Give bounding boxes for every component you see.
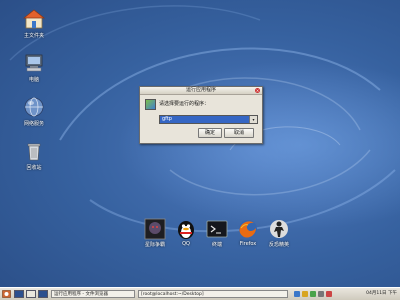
desktop-icon-label: 回收站	[26, 165, 42, 171]
dock-item-label: 反恐精英	[268, 242, 289, 248]
workspace-switcher-icon[interactable]	[26, 290, 36, 298]
dialog-prompt: 请选择要运行的程序：	[159, 101, 210, 107]
terminal-icon	[206, 218, 228, 240]
dock-item-label: Firefox	[239, 241, 257, 247]
firefox-icon	[237, 218, 259, 240]
dock-item-label: 终端	[211, 242, 222, 248]
dialog-titlebar[interactable]: 运行应用程序 ×	[140, 87, 262, 95]
home-folder-icon	[22, 8, 46, 30]
task-button-terminal[interactable]: [root@localhost:~/Desktop]	[138, 290, 288, 298]
network-globe-icon	[23, 96, 45, 118]
desktop-icon-label: 电脑	[28, 77, 39, 83]
counter-strike-icon	[268, 218, 290, 240]
notification-icon[interactable]	[302, 291, 308, 297]
desktop-icon-computer[interactable]: 电脑	[12, 52, 56, 83]
dock-item-label: 星际争霸	[144, 242, 165, 248]
task-button-run-dialog[interactable]: 运行应用程序 - 文件浏览器	[51, 290, 135, 298]
desktop-icon-network[interactable]: 网络服务	[12, 96, 56, 127]
network-icon[interactable]	[294, 291, 300, 297]
show-desktop-icon[interactable]	[14, 290, 24, 298]
computer-icon	[23, 52, 45, 74]
desktop: 主文件夹 电脑 网络服务 回收站 运行应用程序 × 请选择要运行的程序： gft…	[0, 0, 400, 287]
run-application-dialog: 运行应用程序 × 请选择要运行的程序： gftp ▾ 确定 取消	[139, 86, 263, 144]
dock-item-firefox[interactable]: Firefox	[234, 218, 262, 247]
program-combo-box[interactable]: gftp ▾	[159, 115, 258, 124]
desktop-icon-label: 主文件夹	[23, 33, 44, 39]
run-program-icon	[145, 99, 156, 110]
trash-icon	[23, 140, 45, 162]
workspace-1-icon[interactable]	[38, 290, 48, 298]
desktop-icon-home[interactable]: 主文件夹	[12, 8, 56, 39]
update-icon[interactable]	[310, 291, 316, 297]
chevron-down-icon[interactable]: ▾	[249, 116, 257, 123]
desktop-icon-label: 网络服务	[23, 121, 44, 127]
dock-item-terminal[interactable]: 终端	[203, 218, 231, 248]
qq-penguin-icon	[175, 218, 197, 240]
battery-icon[interactable]	[326, 291, 332, 297]
taskbar: 运行应用程序 - 文件浏览器 [root@localhost:~/Desktop…	[0, 287, 400, 300]
close-icon[interactable]: ×	[255, 88, 260, 93]
dock-item-counter-strike[interactable]: 反恐精英	[265, 218, 293, 248]
combo-value: gftp	[162, 116, 172, 122]
start-menu-icon[interactable]	[2, 290, 11, 298]
clock[interactable]: 04月11日 下午	[366, 290, 397, 298]
cancel-button[interactable]: 取消	[224, 128, 254, 138]
desktop-icon-trash[interactable]: 回收站	[12, 140, 56, 171]
dock-item-qq[interactable]: QQ	[172, 218, 200, 247]
dock-item-starcraft[interactable]: 星际争霸	[141, 218, 169, 248]
ok-button[interactable]: 确定	[198, 128, 222, 138]
volume-icon[interactable]	[318, 291, 324, 297]
dock-item-label: QQ	[182, 241, 190, 247]
starcraft-icon	[144, 218, 166, 240]
dialog-title: 运行应用程序	[185, 87, 216, 93]
